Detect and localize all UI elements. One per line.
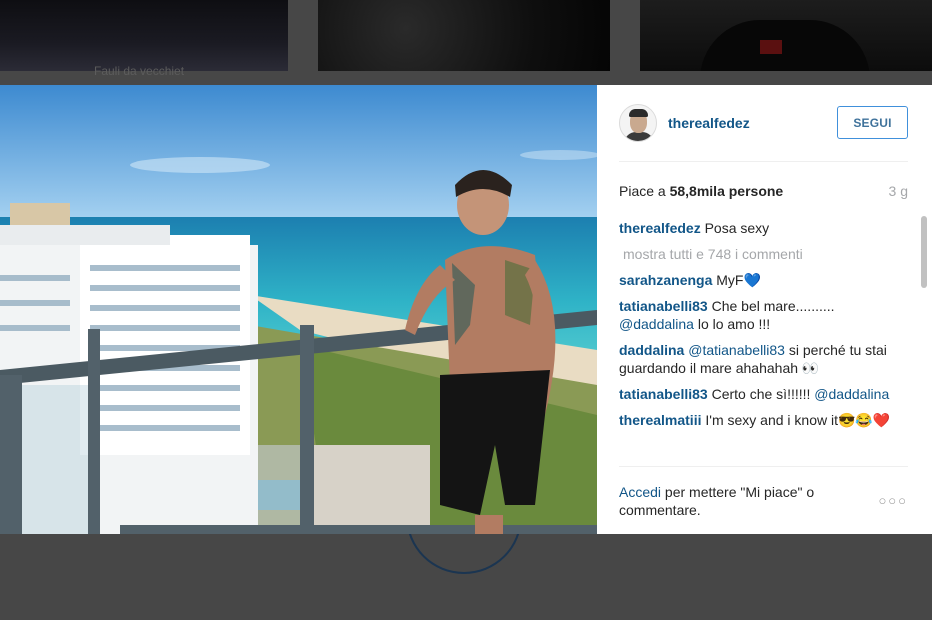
photo-illustration (0, 85, 597, 534)
comment-username[interactable]: tatianabelli83 (619, 298, 708, 314)
comment-text-continued: lo lo amo !!! (693, 316, 771, 332)
likes-summary: Piace a 58,8mila persone (619, 183, 783, 199)
thumbnail-logo-shape (760, 40, 782, 54)
comment-text: I'm sexy and i know it😎😂❤️ (705, 412, 891, 428)
likes-prefix: Piace a (619, 183, 670, 199)
post-author-username[interactable]: therealfedez (668, 115, 750, 131)
list-item: tatianabelli83 Che bel mare.......... @d… (619, 297, 906, 333)
list-item: tatianabelli83 Certo che sì!!!!!! @dadda… (619, 385, 906, 403)
comment-text: Che bel mare.......... (711, 298, 835, 314)
login-link[interactable]: Accedi (619, 484, 661, 500)
comment-username[interactable]: daddalina (619, 342, 684, 358)
follow-button[interactable]: SEGUI (837, 106, 908, 139)
comment-mention[interactable]: @tatianabelli83 (688, 342, 785, 358)
thumbnail-shirt-shape (700, 20, 870, 71)
comment-mention[interactable]: @daddalina (814, 386, 889, 402)
comments-scrollbar[interactable] (920, 216, 928, 466)
login-prompt: Accedi per mettere "Mi piace" o commenta… (619, 483, 849, 519)
post-modal: therealfedez SEGUI Piace a 58,8mila pers… (0, 85, 932, 534)
background-thumbnail-2[interactable] (318, 0, 610, 71)
scrollbar-thumb[interactable] (921, 216, 927, 288)
post-header: therealfedez SEGUI (619, 85, 908, 162)
background-thumbnail-3[interactable] (640, 0, 932, 71)
avatar[interactable] (619, 104, 657, 142)
comment-username[interactable]: therealfedez (619, 220, 701, 236)
comment-username[interactable]: therealmatiii (619, 412, 701, 428)
post-side-panel: therealfedez SEGUI Piace a 58,8mila pers… (597, 85, 932, 534)
comments-list[interactable]: therealfedez Posa sexy mostra tutti e 74… (619, 219, 906, 465)
post-photo[interactable] (0, 85, 597, 534)
comment-text: Posa sexy (704, 220, 770, 236)
comment-text: MyF💙 (716, 272, 761, 288)
list-item: therealmatiii I'm sexy and i know it😎😂❤️ (619, 411, 906, 429)
likes-count[interactable]: 58,8mila (670, 183, 725, 199)
show-all-comments-link[interactable]: mostra tutti e 748 i commenti (619, 245, 906, 263)
likes-suffix: persone (724, 183, 784, 199)
background-caption: Fauli da vecchiet (94, 64, 185, 78)
more-options-icon[interactable]: ○○○ (878, 492, 908, 510)
avatar-hair-shape (629, 109, 648, 117)
comment-mention[interactable]: @daddalina (619, 316, 694, 332)
caption-comment: therealfedez Posa sexy (619, 219, 906, 237)
background-thumbnail-1[interactable] (0, 0, 288, 71)
likes-row: Piace a 58,8mila persone 3 g (619, 183, 908, 199)
comment-text: Certo che sì!!!!!! (711, 386, 815, 402)
post-timestamp[interactable]: 3 g (889, 183, 908, 199)
comment-username[interactable]: sarahzanenga (619, 272, 712, 288)
post-footer: Accedi per mettere "Mi piace" o commenta… (619, 466, 908, 519)
list-item: sarahzanenga MyF💙 (619, 271, 906, 289)
avatar-body-shape (624, 132, 654, 141)
comment-username[interactable]: tatianabelli83 (619, 386, 708, 402)
list-item: daddalina @tatianabelli83 si perché tu s… (619, 341, 906, 377)
